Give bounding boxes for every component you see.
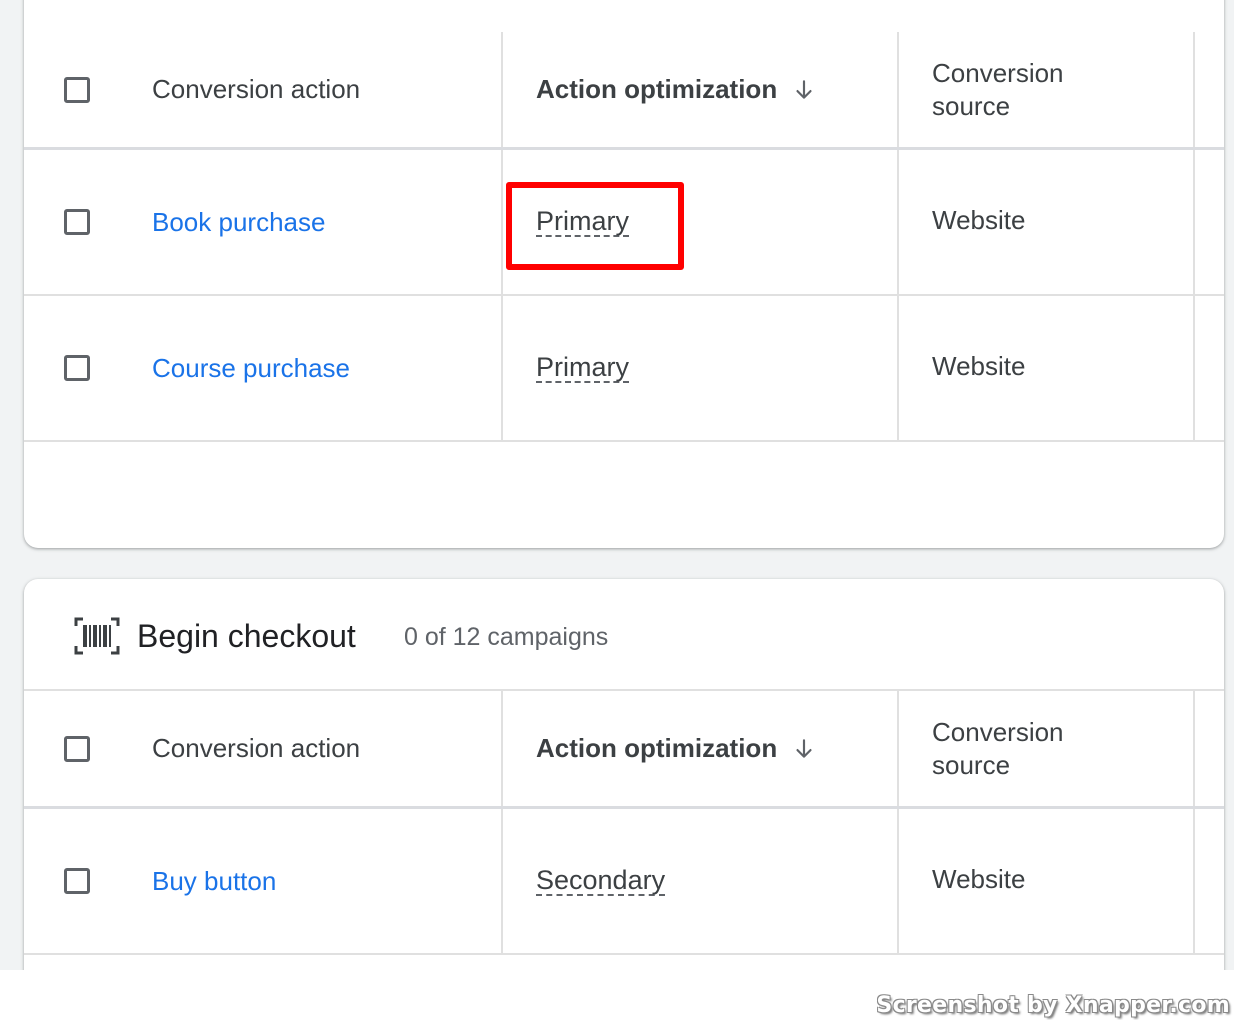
conversion-source-value: Website	[932, 204, 1026, 235]
page-canvas: Conversion action Action optimization Co…	[0, 0, 1234, 970]
table-row: Book purchase Primary Website	[24, 150, 1224, 296]
header-conversion-source-line1: Conversion	[932, 57, 1064, 88]
header-action-optimization-label: Action optimization	[536, 733, 778, 763]
header-cell-conversion-action: Conversion action	[24, 32, 503, 147]
table-header-row: Conversion action Action optimization Co…	[24, 691, 1224, 809]
header-cell-conversion-action: Conversion action	[24, 691, 503, 806]
row-cell-action-optimization: Primary	[503, 296, 899, 440]
header-conversion-action-label: Conversion action	[152, 74, 361, 104]
row-cell-conversion-source: Website	[899, 809, 1195, 953]
action-optimization-value[interactable]: Secondary	[536, 866, 666, 896]
arrow-down-icon[interactable]	[791, 736, 817, 762]
action-optimization-value[interactable]: Primary	[536, 207, 629, 237]
conversion-goal-card-purchase: Conversion action Action optimization Co…	[24, 0, 1224, 548]
table-row: Buy button Secondary Website	[24, 809, 1224, 955]
select-all-checkbox[interactable]	[64, 76, 90, 103]
row-checkbox[interactable]	[64, 209, 90, 235]
header-conversion-action-label: Conversion action	[152, 733, 361, 763]
header-cell-extra	[1195, 32, 1224, 147]
row-cell-extra	[1195, 150, 1224, 294]
conversion-source-value: Website	[932, 863, 1026, 894]
row-cell-action-optimization: Secondary	[503, 809, 899, 953]
action-optimization-value[interactable]: Primary	[536, 353, 629, 383]
header-conversion-source-line2: source	[932, 90, 1011, 121]
row-cell-conversion-source: Website	[899, 150, 1195, 294]
row-checkbox[interactable]	[64, 355, 90, 381]
header-conversion-source-line1: Conversion	[932, 716, 1064, 747]
row-checkbox[interactable]	[64, 868, 90, 894]
row-cell-conversion-action: Course purchase	[24, 296, 503, 440]
barcode-icon	[74, 617, 120, 655]
select-all-checkbox[interactable]	[64, 735, 90, 762]
row-cell-action-optimization: Primary	[503, 150, 899, 294]
goal-section-header: Begin checkout 0 of 12 campaigns	[24, 579, 1224, 691]
goal-campaign-count: 0 of 12 campaigns	[404, 623, 609, 651]
table-header-row: Conversion action Action optimization Co…	[24, 32, 1224, 150]
watermark-text: Screenshot by Xnapper.com	[876, 993, 1230, 1018]
conversion-action-link[interactable]: Course purchase	[152, 353, 350, 384]
arrow-down-icon[interactable]	[791, 77, 817, 103]
table-row: Course purchase Primary Website	[24, 296, 1224, 442]
goal-title: Begin checkout	[137, 618, 356, 654]
conversion-goal-card-begin-checkout: Begin checkout 0 of 12 campaigns Convers…	[24, 579, 1224, 970]
row-cell-conversion-action: Buy button	[24, 809, 503, 953]
row-cell-extra	[1195, 809, 1224, 953]
conversion-action-link[interactable]: Book purchase	[152, 207, 325, 238]
conversion-action-link[interactable]: Buy button	[152, 866, 276, 897]
header-action-optimization-label: Action optimization	[536, 74, 778, 104]
header-cell-action-optimization[interactable]: Action optimization	[503, 691, 899, 806]
header-conversion-source-line2: source	[932, 749, 1011, 780]
row-cell-extra	[1195, 296, 1224, 440]
header-cell-action-optimization[interactable]: Action optimization	[503, 32, 899, 147]
header-cell-extra	[1195, 691, 1224, 806]
conversion-source-value: Website	[932, 350, 1026, 381]
row-cell-conversion-action: Book purchase	[24, 150, 503, 294]
header-cell-conversion-source: Conversion source	[899, 691, 1195, 806]
header-cell-conversion-source: Conversion source	[899, 32, 1195, 147]
row-cell-conversion-source: Website	[899, 296, 1195, 440]
